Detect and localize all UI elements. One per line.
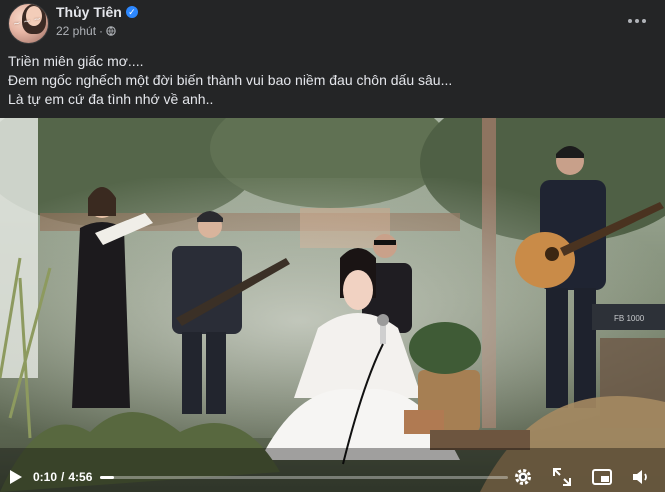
more-options-icon[interactable]	[622, 8, 652, 34]
caption-line: Triền miên giấc mơ....	[8, 53, 144, 69]
amp-label: FB 1000	[614, 314, 645, 323]
meta-separator: ·	[99, 24, 104, 38]
post-header: ~ ~ ~ Thủy Tiên ✓ 22 phút ·	[0, 0, 665, 44]
settings-gear-icon[interactable]	[512, 466, 534, 488]
time-separator: /	[61, 470, 65, 484]
duration: 4:56	[68, 470, 93, 484]
post-caption: Triền miên giấc mơ.... Đem ngốc nghếch m…	[8, 52, 648, 109]
video-time: 0:10 / 4:56	[33, 470, 92, 484]
author-row: Thủy Tiên ✓	[56, 4, 138, 20]
video-frame: FB 1000	[0, 118, 665, 492]
caption-line: Đem ngốc nghếch một đời biến thành vui b…	[8, 72, 453, 88]
progress-fill	[100, 476, 114, 479]
progress-bar[interactable]	[100, 476, 508, 479]
play-icon[interactable]	[6, 468, 24, 486]
picture-in-picture-icon[interactable]	[591, 466, 613, 488]
caption-line: Là tự em cứ đa tình nhớ về anh..	[8, 91, 214, 107]
video-controls: 0:10 / 4:56	[0, 460, 665, 492]
post-timestamp[interactable]: 22 phút	[56, 24, 96, 38]
volume-icon[interactable]	[630, 466, 652, 488]
post-meta: 22 phút ·	[56, 24, 116, 38]
author-name[interactable]: Thủy Tiên	[56, 4, 122, 20]
author-avatar[interactable]: ~ ~ ~	[8, 3, 49, 44]
current-time: 0:10	[33, 470, 58, 484]
verified-badge-icon: ✓	[125, 6, 138, 18]
fullscreen-expand-icon[interactable]	[551, 466, 573, 488]
globe-icon	[106, 26, 116, 36]
video-player[interactable]: FB 1000	[0, 118, 665, 492]
